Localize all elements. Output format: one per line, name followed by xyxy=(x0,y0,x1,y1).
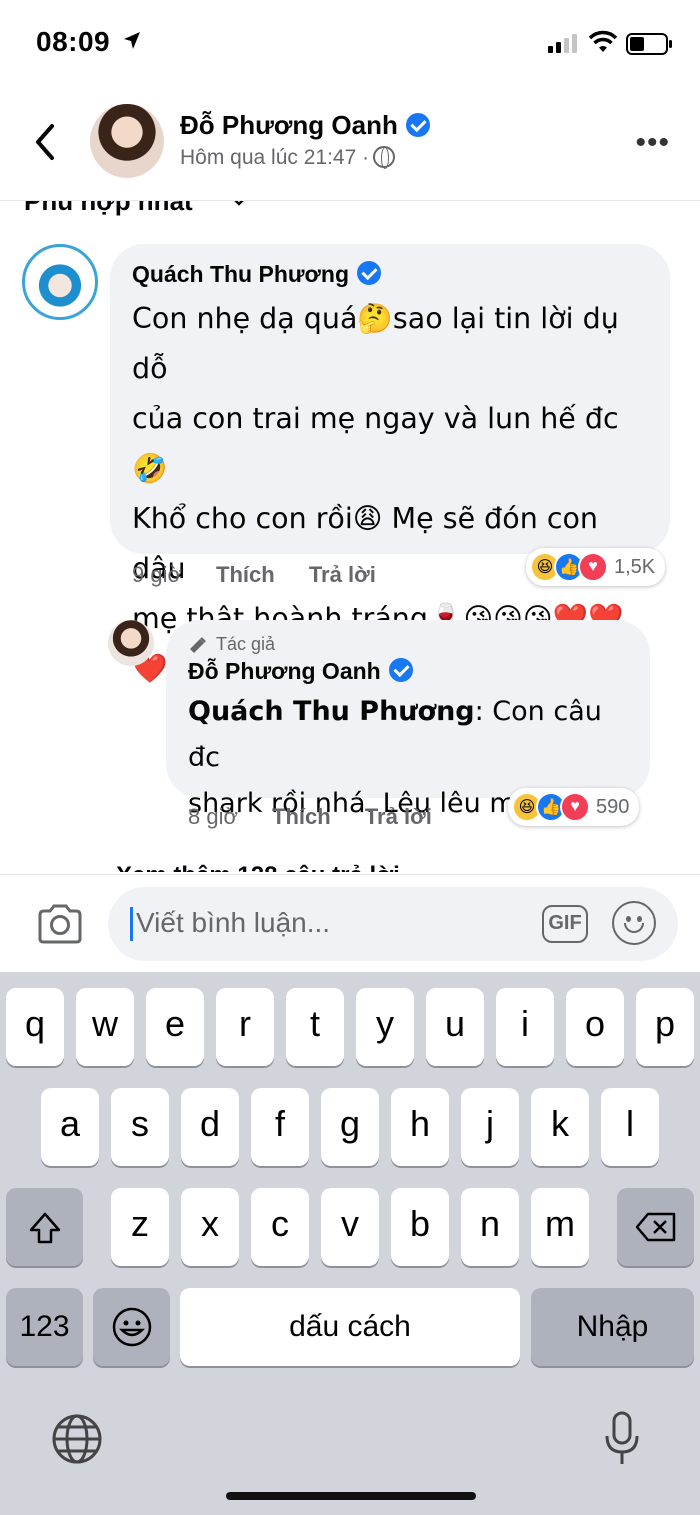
key-w[interactable]: w xyxy=(76,988,134,1066)
key-t[interactable]: t xyxy=(286,988,344,1066)
comment-bubble[interactable]: Quách Thu Phương Con nhẹ dạ quá🤔sao lại … xyxy=(110,244,670,685)
shift-key[interactable] xyxy=(6,1188,83,1266)
header-divider xyxy=(0,200,700,201)
key-u[interactable]: u xyxy=(426,988,484,1066)
more-options-icon[interactable]: ••• xyxy=(635,128,670,158)
emoji-picker-icon[interactable] xyxy=(612,901,656,945)
reply-avatar[interactable] xyxy=(108,620,154,666)
globe-icon[interactable] xyxy=(50,1412,104,1466)
reply-button[interactable]: Trả lời xyxy=(309,562,376,587)
battery-icon xyxy=(626,33,672,55)
key-x[interactable]: x xyxy=(181,1188,239,1266)
text-caret xyxy=(130,907,133,941)
return-key[interactable]: Nhập xyxy=(531,1288,694,1366)
back-arrow-icon[interactable] xyxy=(30,122,60,162)
on-screen-keyboard: 123 dấu cách Nhập qwertyuiop asdfghjkl zxc… xyxy=(0,972,700,1515)
author-avatar[interactable] xyxy=(90,104,164,178)
key-m[interactable]: m xyxy=(531,1188,589,1266)
comment-line: của con trai mẹ ngay và lun hế đc🤣 xyxy=(132,402,619,485)
author-tag: Tác giả xyxy=(188,634,628,655)
backspace-icon xyxy=(635,1212,675,1242)
verified-badge-icon xyxy=(357,261,381,285)
key-s[interactable]: s xyxy=(111,1088,169,1166)
cellular-signal-icon xyxy=(548,34,577,53)
post-header: Đỗ Phương Oanh Hôm qua lúc 21:47 · ••• xyxy=(0,88,700,200)
post-timestamp[interactable]: Hôm qua lúc 21:47 · xyxy=(180,146,396,170)
smiley-icon xyxy=(112,1307,151,1347)
camera-icon[interactable] xyxy=(36,903,84,945)
author-tag-text: Tác giả xyxy=(216,634,276,654)
key-h[interactable]: h xyxy=(391,1088,449,1166)
key-k[interactable]: k xyxy=(531,1088,589,1166)
key-d[interactable]: d xyxy=(181,1088,239,1166)
key-g[interactable]: g xyxy=(321,1088,379,1166)
reply-author-name-text[interactable]: Đỗ Phương Oanh xyxy=(188,658,381,684)
reply-bubble[interactable]: Tác giả Đỗ Phương Oanh Quách Thu Phương:… xyxy=(166,620,650,819)
reply-author-name[interactable]: Đỗ Phương Oanh xyxy=(188,655,628,687)
key-i[interactable]: i xyxy=(496,988,554,1066)
megaphone-icon xyxy=(190,636,206,653)
key-p[interactable]: p xyxy=(636,988,694,1066)
comment-placeholder: Viết bình luận... xyxy=(136,907,331,938)
reactions-summary[interactable]: 😆 👍 ♥ 1,5K xyxy=(526,548,666,586)
home-indicator xyxy=(226,1492,476,1500)
key-r[interactable]: r xyxy=(216,988,274,1066)
wifi-icon xyxy=(588,30,618,52)
key-l[interactable]: l xyxy=(601,1088,659,1166)
key-c[interactable]: c xyxy=(251,1188,309,1266)
reply-actions: 8 giờ Thích Trả lời xyxy=(188,804,460,830)
author-name-text[interactable]: Đỗ Phương Oanh xyxy=(180,110,398,140)
post-timestamp-text[interactable]: Hôm qua lúc 21:47 · xyxy=(180,146,369,169)
verified-badge-icon xyxy=(405,113,430,137)
status-bar: 08:09 xyxy=(0,0,700,88)
shift-icon xyxy=(29,1212,60,1244)
reply-button[interactable]: Trả lời xyxy=(365,804,432,829)
like-button[interactable]: Thích xyxy=(272,804,331,829)
key-q[interactable]: q xyxy=(6,988,64,1066)
key-e[interactable]: e xyxy=(146,988,204,1066)
comment-line: Con nhẹ dạ quá🤔sao lại tin lời dụ dỗ xyxy=(132,302,619,385)
comment-input[interactable]: Viết bình luận... GIF xyxy=(108,887,678,961)
backspace-key[interactable] xyxy=(617,1188,694,1266)
author-name[interactable]: Đỗ Phương Oanh xyxy=(180,110,430,141)
love-reaction-icon: ♥ xyxy=(578,552,608,582)
mention-link[interactable]: Quách Thu Phương xyxy=(188,696,475,727)
commenter-name[interactable]: Quách Thu Phương xyxy=(132,258,648,290)
key-z[interactable]: z xyxy=(111,1188,169,1266)
key-y[interactable]: y xyxy=(356,988,414,1066)
gif-button[interactable]: GIF xyxy=(542,905,588,943)
comment-composer: Viết bình luận... GIF xyxy=(0,874,700,972)
commenter-avatar[interactable] xyxy=(22,244,98,320)
comment-time: 9 giờ xyxy=(132,562,182,587)
love-reaction-icon: ♥ xyxy=(560,792,590,822)
globe-icon xyxy=(373,146,396,169)
status-time: 08:09 xyxy=(36,26,111,57)
key-o[interactable]: o xyxy=(566,988,624,1066)
verified-badge-icon xyxy=(388,658,413,682)
microphone-icon[interactable] xyxy=(602,1410,642,1468)
commenter-name-text[interactable]: Quách Thu Phương xyxy=(132,261,349,287)
key-v[interactable]: v xyxy=(321,1188,379,1266)
location-arrow-icon xyxy=(124,32,140,49)
reaction-count: 590 xyxy=(596,795,630,818)
reaction-count: 1,5K xyxy=(614,555,656,578)
space-key[interactable]: dấu cách xyxy=(180,1288,520,1366)
key-a[interactable]: a xyxy=(41,1088,99,1166)
key-j[interactable]: j xyxy=(461,1088,519,1166)
comment-actions: 9 giờ Thích Trả lời xyxy=(132,562,404,588)
key-f[interactable]: f xyxy=(251,1088,309,1166)
reply-time: 8 giờ xyxy=(188,804,238,829)
reactions-summary[interactable]: 😆 👍 ♥ 590 xyxy=(508,788,640,826)
numbers-key[interactable]: 123 xyxy=(6,1288,83,1366)
emoji-key[interactable] xyxy=(93,1288,170,1366)
key-n[interactable]: n xyxy=(461,1188,519,1266)
key-b[interactable]: b xyxy=(391,1188,449,1266)
like-button[interactable]: Thích xyxy=(216,562,275,587)
